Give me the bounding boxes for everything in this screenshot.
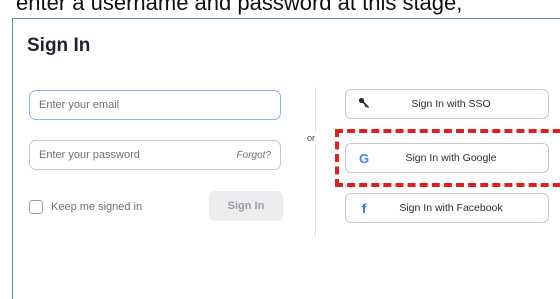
- password-field[interactable]: Enter your password Forgot?: [29, 140, 281, 170]
- google-highlight-box: [335, 129, 560, 187]
- page-title: Sign In: [27, 35, 91, 56]
- divider: [315, 87, 316, 237]
- email-field[interactable]: Enter your email: [29, 90, 281, 120]
- sign-in-button[interactable]: Sign In: [209, 191, 283, 221]
- sign-in-window: Sign In Enter your email Enter your pass…: [12, 18, 560, 299]
- facebook-label: Sign In with Facebook: [399, 202, 503, 214]
- document-caption: enter a username and password at this st…: [16, 0, 463, 15]
- or-separator: or: [306, 132, 317, 144]
- password-placeholder: Enter your password: [39, 149, 140, 161]
- keep-signed-in-label: Keep me signed in: [51, 201, 143, 213]
- key-icon: [352, 97, 376, 112]
- facebook-sign-in-button[interactable]: f Sign In with Facebook: [345, 193, 549, 223]
- forgot-password-link[interactable]: Forgot?: [237, 150, 271, 161]
- keep-signed-in[interactable]: Keep me signed in: [29, 200, 142, 214]
- sso-sign-in-button[interactable]: Sign In with SSO: [345, 89, 549, 119]
- email-placeholder: Enter your email: [39, 99, 120, 111]
- facebook-icon: f: [361, 200, 367, 216]
- sso-label: Sign In with SSO: [411, 98, 491, 110]
- keep-signed-in-checkbox[interactable]: [29, 200, 43, 214]
